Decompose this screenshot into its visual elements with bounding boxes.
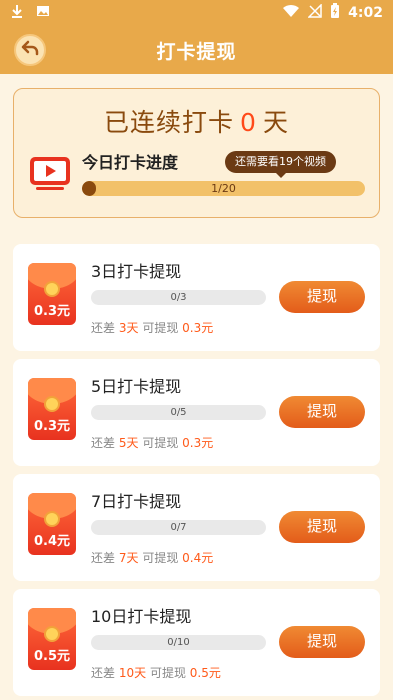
streak-title: 已连续打卡 0 天 <box>14 103 379 139</box>
battery-charging-icon <box>330 3 340 23</box>
withdraw-button[interactable]: 提现 <box>279 511 365 543</box>
envelope-amount: 0.3元 <box>33 419 71 434</box>
no-signal-icon <box>307 3 322 22</box>
reward-amount: 0.3元 <box>182 436 214 450</box>
task-progress-text: 0/10 <box>167 637 190 648</box>
daily-progress-text: 1/20 <box>211 182 236 195</box>
task-title: 3日打卡提现 <box>91 262 182 281</box>
task-remaining-text: 还差 10天 可提现 0.5元 <box>91 664 221 681</box>
red-envelope-icon: 0.5元 <box>28 608 76 670</box>
task-title: 10日打卡提现 <box>91 607 192 626</box>
envelope-amount: 0.4元 <box>33 534 71 549</box>
page-title: 打卡提现 <box>156 40 237 63</box>
videos-remaining-tooltip: 还需要看19个视频 <box>225 151 336 178</box>
red-envelope-icon: 0.4元 <box>28 493 76 555</box>
task-remaining-text: 还差 7天 可提现 0.4元 <box>91 549 213 566</box>
withdraw-button[interactable]: 提现 <box>279 281 365 313</box>
envelope-amount: 0.3元 <box>33 304 71 319</box>
task-progress-bar: 0/10 <box>91 635 266 650</box>
wifi-icon <box>282 4 300 22</box>
task-progress-bar: 0/5 <box>91 405 266 420</box>
streak-prefix: 已连续打卡 <box>104 108 235 137</box>
back-button[interactable] <box>14 34 46 66</box>
reward-amount: 0.3元 <box>182 321 214 335</box>
task-card: 0.3元 5日打卡提现 0/5 还差 5天 可提现 0.3元 提现 <box>13 359 380 466</box>
remaining-prefix: 还差 <box>91 436 116 450</box>
task-card: 0.3元 3日打卡提现 0/3 还差 3天 可提现 0.3元 提现 <box>13 244 380 351</box>
withdraw-button[interactable]: 提现 <box>279 396 365 428</box>
remaining-days: 3天 <box>118 321 139 335</box>
streak-suffix: 天 <box>262 108 289 137</box>
status-bar: 4:02 <box>0 0 393 26</box>
withdrawable-label: 可提现 <box>142 436 179 450</box>
remaining-prefix: 还差 <box>91 666 116 680</box>
image-icon <box>36 4 50 22</box>
status-time: 4:02 <box>348 5 383 21</box>
remaining-prefix: 还差 <box>91 551 116 565</box>
envelope-amount: 0.5元 <box>33 649 71 664</box>
remaining-prefix: 还差 <box>91 321 116 335</box>
task-card: 0.4元 7日打卡提现 0/7 还差 7天 可提现 0.4元 提现 <box>13 474 380 581</box>
progress-label: 今日打卡进度 <box>82 153 179 172</box>
task-progress-bar: 0/7 <box>91 520 266 535</box>
task-card: 0.5元 10日打卡提现 0/10 还差 10天 可提现 0.5元 提现 <box>13 589 380 696</box>
withdrawable-label: 可提现 <box>142 321 179 335</box>
task-title: 7日打卡提现 <box>91 492 182 511</box>
task-remaining-text: 还差 5天 可提现 0.3元 <box>91 434 213 451</box>
download-icon <box>10 4 24 22</box>
withdrawable-label: 可提现 <box>142 551 179 565</box>
title-bar: 打卡提现 <box>0 26 393 74</box>
task-remaining-text: 还差 3天 可提现 0.3元 <box>91 319 213 336</box>
streak-days: 0 <box>240 108 257 137</box>
task-progress-text: 0/5 <box>170 407 187 418</box>
remaining-days: 7天 <box>118 551 139 565</box>
back-arrow-icon <box>21 40 39 60</box>
task-title: 5日打卡提现 <box>91 377 182 396</box>
reward-amount: 0.4元 <box>182 551 214 565</box>
withdraw-button[interactable]: 提现 <box>279 626 365 658</box>
remaining-days: 10天 <box>118 666 147 680</box>
withdrawable-label: 可提现 <box>149 666 186 680</box>
reward-amount: 0.5元 <box>189 666 221 680</box>
task-progress-text: 0/7 <box>170 522 187 533</box>
remaining-days: 5天 <box>118 436 139 450</box>
red-envelope-icon: 0.3元 <box>28 378 76 440</box>
video-play-icon <box>28 157 72 191</box>
daily-progress-bar: 1/20 <box>82 181 365 196</box>
task-progress-bar: 0/3 <box>91 290 266 305</box>
streak-card: 已连续打卡 0 天 今日打卡进度 还需要看19个视频 1/20 <box>13 88 380 218</box>
red-envelope-icon: 0.3元 <box>28 263 76 325</box>
task-progress-text: 0/3 <box>170 292 187 303</box>
